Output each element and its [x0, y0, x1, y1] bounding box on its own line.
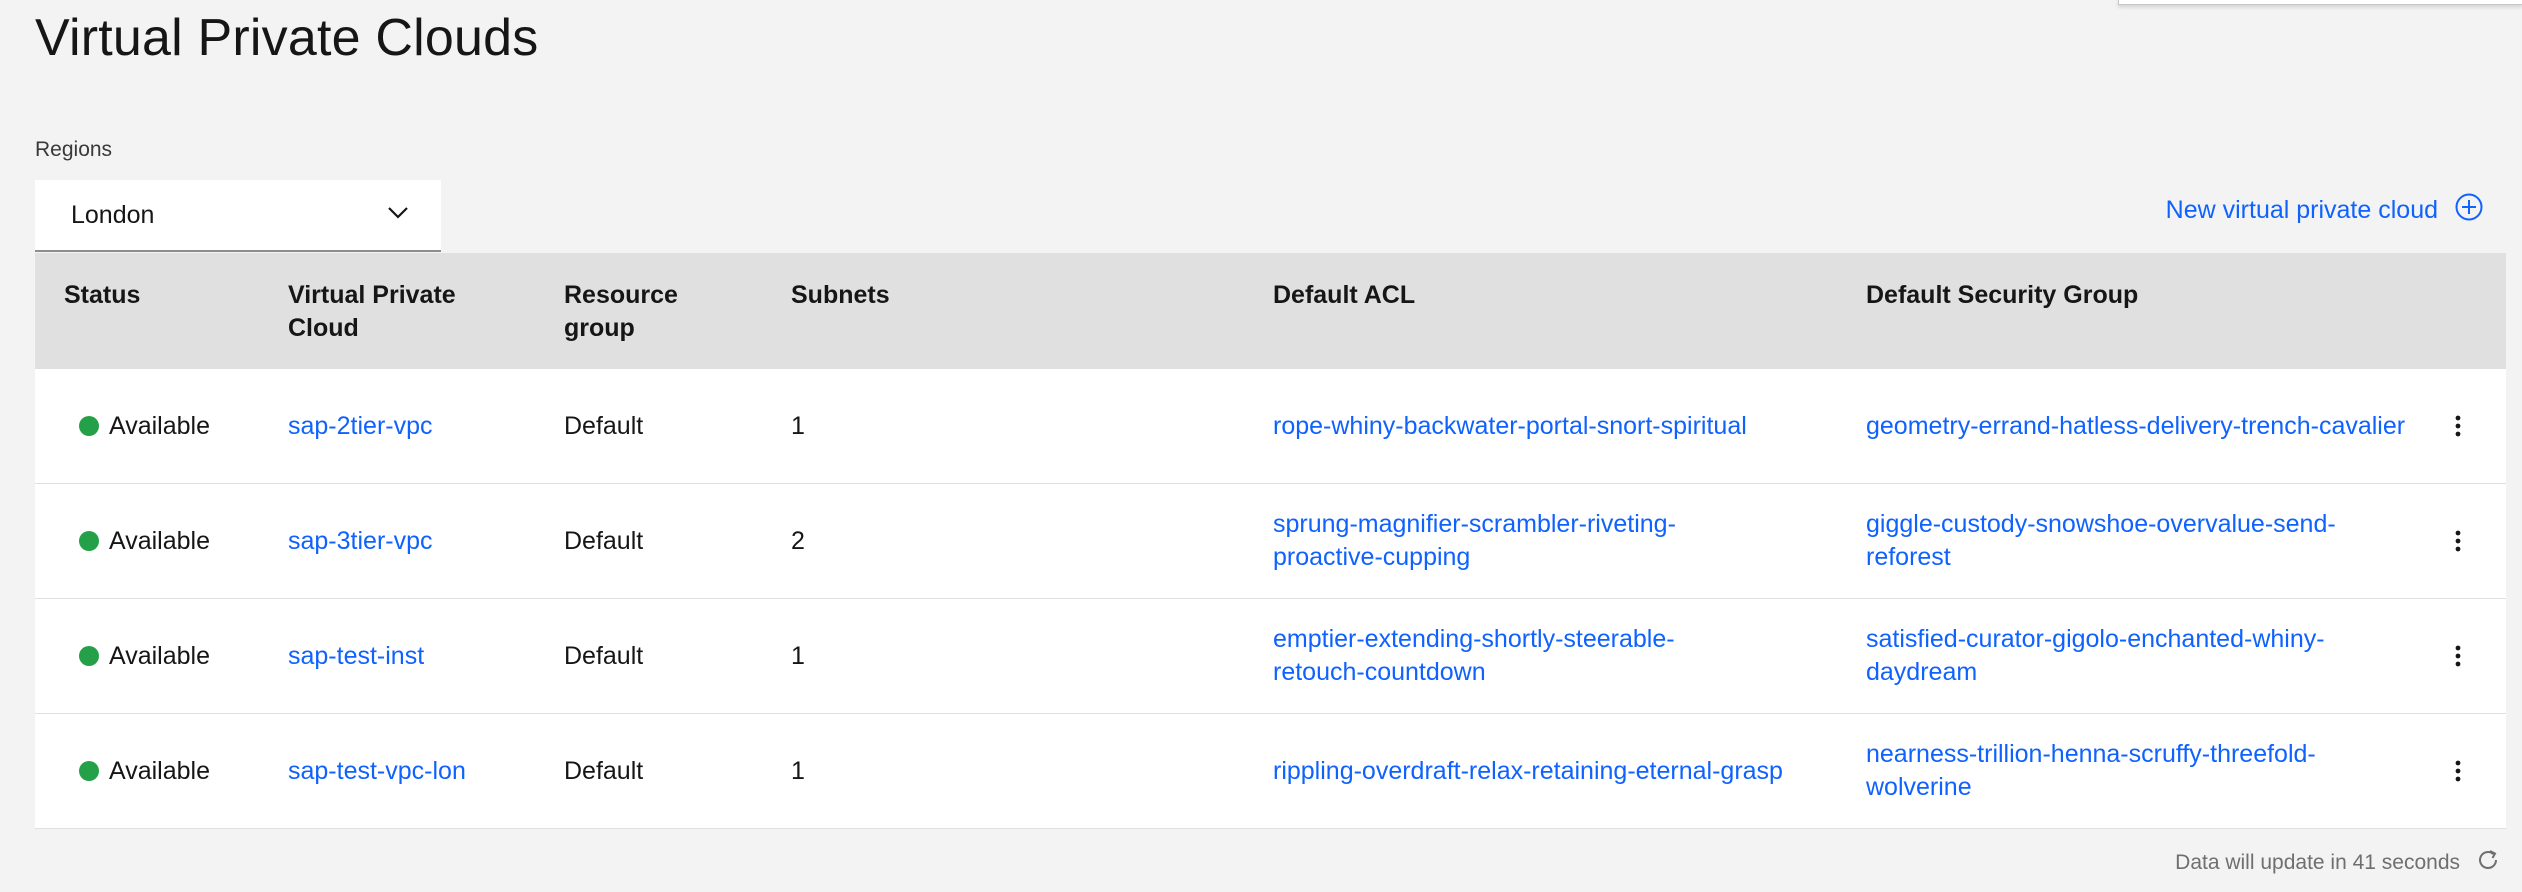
page-title: Virtual Private Clouds	[35, 9, 539, 67]
status-cell: Available	[79, 599, 210, 713]
new-vpc-label: New virtual private cloud	[2165, 196, 2438, 224]
new-vpc-button[interactable]: New virtual private cloud	[2166, 192, 2484, 229]
subnets-cell: 1	[791, 641, 805, 670]
overflow-menu-icon[interactable]	[2454, 484, 2462, 598]
default-acl-link[interactable]: rope-whiny-backwater-portal-snort-spirit…	[1273, 410, 1747, 443]
add-circle-icon	[2454, 192, 2484, 229]
status-available-icon	[79, 761, 99, 781]
chevron-down-icon	[387, 206, 409, 225]
default-acl-link[interactable]: sprung-magnifier-scrambler-riveting-proa…	[1273, 508, 1743, 574]
default-security-group-link[interactable]: giggle-custody-snowshoe-overvalue-send-r…	[1866, 508, 2346, 574]
region-dropdown[interactable]: London	[35, 180, 441, 252]
vpc-link[interactable]: sap-2tier-vpc	[288, 369, 433, 483]
data-refresh-status: Data will update in 41 seconds	[2175, 846, 2502, 880]
header-default-acl[interactable]: Default ACL	[1273, 279, 1415, 312]
vpc-link[interactable]: sap-test-inst	[288, 599, 424, 713]
resource-group-cell: Default	[564, 411, 644, 440]
vpc-link[interactable]: sap-test-vpc-lon	[288, 714, 466, 828]
overflow-menu-icon[interactable]	[2454, 599, 2462, 713]
regions-label: Regions	[35, 138, 113, 161]
status-available-icon	[79, 531, 99, 551]
resource-group-cell: Default	[564, 756, 644, 785]
default-security-group-link[interactable]: nearness-trillion-henna-scruffy-threefol…	[1866, 738, 2386, 804]
status-text: Available	[109, 756, 211, 785]
overflow-menu-icon[interactable]	[2454, 369, 2462, 483]
default-security-group-link[interactable]: geometry-errand-hatless-delivery-trench-…	[1866, 410, 2405, 443]
table-row: Available sap-test-vpc-lon Default 1 rip…	[35, 714, 2506, 829]
top-popover-edge	[2118, 0, 2522, 5]
header-status[interactable]: Status	[64, 279, 140, 312]
subnets-cell: 1	[791, 411, 805, 440]
resource-group-cell: Default	[564, 641, 644, 670]
status-cell: Available	[79, 369, 210, 483]
default-security-group-link[interactable]: satisfied-curator-gigolo-enchanted-whiny…	[1866, 623, 2346, 689]
overflow-menu-icon[interactable]	[2454, 714, 2462, 828]
status-available-icon	[79, 416, 99, 436]
status-cell: Available	[79, 484, 210, 598]
vpc-table: Status Virtual Private Cloud Resource gr…	[35, 253, 2506, 829]
region-selected-value: London	[71, 200, 155, 229]
header-resource-group[interactable]: Resource group	[564, 279, 724, 345]
vpc-link[interactable]: sap-3tier-vpc	[288, 484, 433, 598]
default-acl-link[interactable]: emptier-extending-shortly-steerable-reto…	[1273, 623, 1743, 689]
status-text: Available	[109, 641, 211, 670]
subnets-cell: 1	[791, 756, 805, 785]
table-row: Available sap-3tier-vpc Default 2 sprung…	[35, 484, 2506, 599]
table-row: Available sap-test-inst Default 1 emptie…	[35, 599, 2506, 714]
table-header: Status Virtual Private Cloud Resource gr…	[35, 253, 2506, 369]
resource-group-cell: Default	[564, 526, 644, 555]
status-cell: Available	[79, 714, 210, 828]
status-available-icon	[79, 646, 99, 666]
refresh-icon[interactable]	[2474, 846, 2502, 880]
header-default-security-group[interactable]: Default Security Group	[1866, 279, 2138, 312]
header-subnets[interactable]: Subnets	[791, 279, 890, 312]
status-text: Available	[109, 526, 211, 555]
default-acl-link[interactable]: rippling-overdraft-relax-retaining-etern…	[1273, 755, 1783, 788]
update-countdown-text: Data will update in 41 seconds	[2175, 851, 2460, 874]
header-vpc[interactable]: Virtual Private Cloud	[288, 279, 488, 345]
table-row: Available sap-2tier-vpc Default 1 rope-w…	[35, 369, 2506, 484]
subnets-cell: 2	[791, 526, 805, 555]
status-text: Available	[109, 411, 211, 440]
